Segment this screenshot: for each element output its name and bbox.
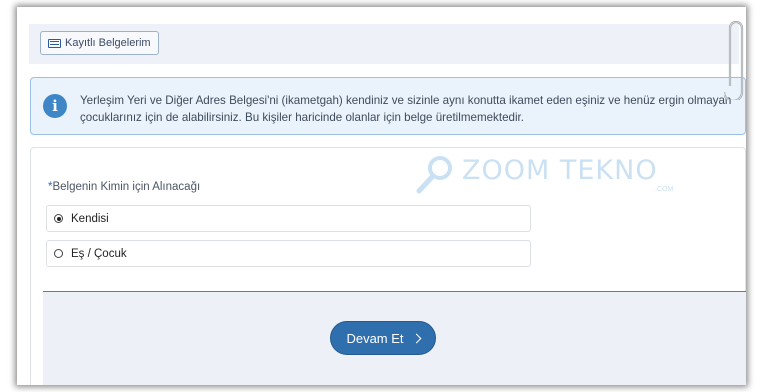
chevron-right-icon (411, 333, 421, 343)
radio-selected-icon (54, 214, 63, 223)
magnifier-icon (416, 156, 452, 194)
continue-label: Devam Et (346, 330, 404, 346)
document-list-icon (48, 38, 61, 48)
toolbar: Kayıtlı Belgelerim (29, 24, 739, 64)
radio-option-self[interactable]: Kendisi (46, 205, 531, 232)
field-label: *Belgenin Kimin için Alınacağı (48, 181, 200, 193)
radio-option-label: Eş / Çocuk (71, 247, 127, 260)
continue-button[interactable]: Devam Et (330, 321, 436, 355)
watermark: ZOOM TEKNO .COM (414, 153, 694, 199)
screenshot-frame: Kayıtlı Belgelerim i Yerleşim Yeri ve Di… (17, 7, 746, 385)
info-alert: i Yerleşim Yeri ve Diğer Adres Belgesi'n… (30, 77, 746, 135)
field-label-text: Belgenin Kimin için Alınacağı (52, 181, 201, 193)
watermark-suffix: .COM (655, 186, 674, 193)
info-text: Yerleşim Yeri ve Diğer Adres Belgesi'ni … (80, 94, 732, 124)
watermark-brand: ZOOM TEKNO (462, 155, 658, 186)
saved-documents-button[interactable]: Kayıtlı Belgelerim (40, 31, 159, 55)
saved-documents-label: Kayıtlı Belgelerim (65, 37, 151, 49)
radio-option-spouse-child[interactable]: Eş / Çocuk (46, 240, 531, 267)
form-footer: Devam Et (43, 291, 746, 385)
radio-unselected-icon (54, 249, 63, 258)
paperclip-icon (724, 20, 744, 100)
radio-option-label: Kendisi (71, 212, 109, 225)
info-icon: i (43, 94, 67, 118)
